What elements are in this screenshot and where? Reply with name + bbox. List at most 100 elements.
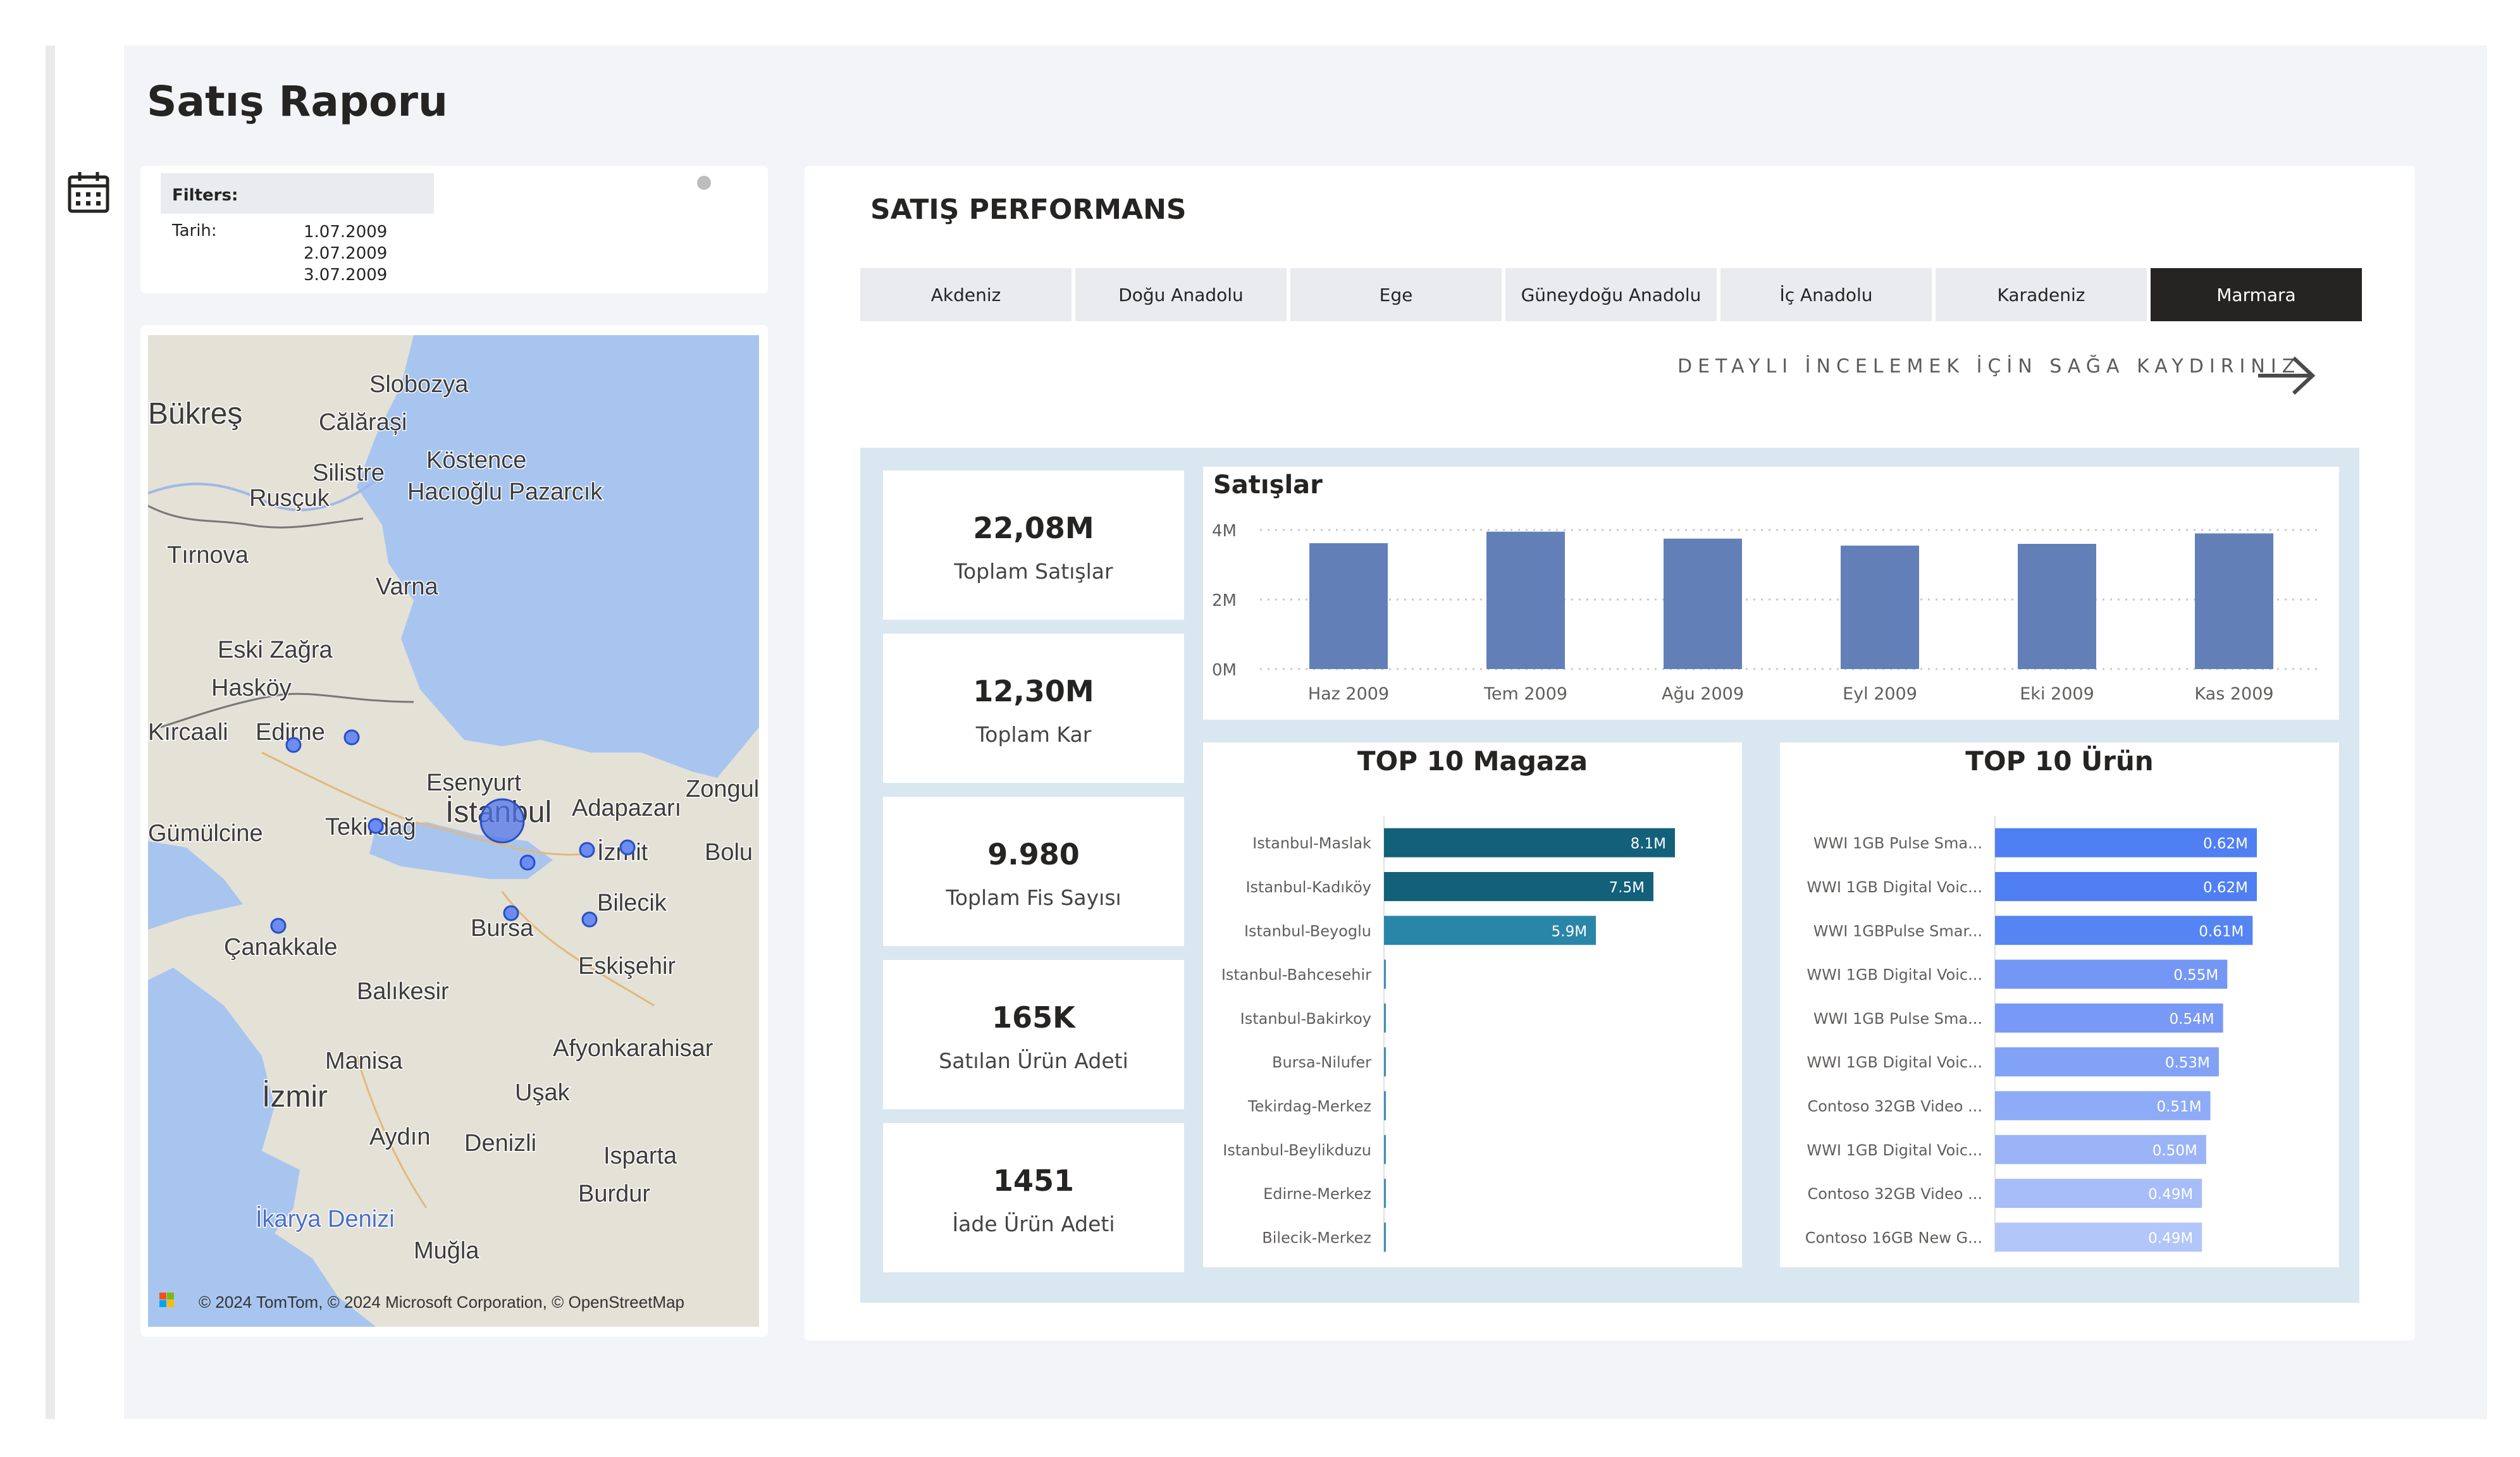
kpi-label: Toplam Satışlar [954,559,1113,584]
map-label: Esenyurt [426,770,521,796]
performance-title: SATIŞ PERFORMANS [870,194,1187,226]
kpi-card-total-profit[interactable]: 12,30M Toplam Kar [883,634,1184,783]
data-label: 0.51M [2156,1098,2201,1115]
store-bubble [368,818,384,834]
hbar[interactable] [1384,1003,1386,1033]
data-label: 0.55M [2173,968,2218,984]
tab-ic-anadolu[interactable]: İç Anadolu [1720,268,1932,321]
arrow-right-icon[interactable] [2254,355,2318,396]
chart-title: Satışlar [1213,470,1323,500]
map-label: Afyonkarahisar [553,1035,713,1062]
hbar[interactable] [1384,1091,1386,1121]
map-canvas[interactable]: Bükreş Slobozya Călărași Silistre Köstence Ru… [148,335,759,1327]
hbar[interactable] [1384,1179,1386,1208]
top-stores-panel[interactable]: TOP 10 Magaza Istanbul-Maslak 8.1M Istanbul… [1203,742,1742,1267]
filter-values: 1.07.2009 2.07.2009 3.07.2009 [304,221,387,286]
hbar[interactable] [1384,1134,1386,1164]
category-label: Istanbul-Beylikduzu [1223,1141,1371,1159]
map-label: Bolu [705,839,753,866]
data-label: 7.5M [1609,880,1645,896]
sales-bar[interactable] [1664,538,1742,669]
kpi-card-returned-units[interactable]: 1451 İade Ürün Adeti [883,1123,1184,1272]
store-bubble [519,854,536,871]
top-products-chart[interactable]: TOP 10 Ürün WWI 1GB Pulse Sma... 0.62M WWI … [1780,742,2339,1267]
x-tick-label: Tem 2009 [1483,684,1567,704]
map-attribution: © 2024 TomTom, © 2024 Microsoft Corporat… [199,1293,684,1312]
kpi-card-receipt-count[interactable]: 9.980 Toplam Fis Sayısı [883,797,1184,946]
hbar[interactable] [1384,959,1386,989]
top-products-panel[interactable]: TOP 10 Ürün WWI 1GB Pulse Sma... 0.62M WWI … [1780,742,2339,1267]
map-label: Rusçuk [249,485,330,512]
filter-header: Filters: [161,173,434,214]
data-label: 0.49M [2148,1186,2193,1203]
map-label: Eski Zağra [218,637,333,663]
map-label: Adapazarı [572,795,681,821]
map-label: Hacıoğlu Pazarcık [407,479,603,505]
tab-akdeniz[interactable]: Akdeniz [860,268,1072,321]
page-title: Satış Raporu [147,77,448,126]
y-tick-label: 0M [1212,661,1237,680]
category-label: WWI 1GB Digital Voic... [1807,966,1982,984]
map-visual[interactable]: Bükreş Slobozya Călărași Silistre Köstence Ru… [148,335,759,1327]
data-label: 0.62M [2203,880,2248,896]
category-label: WWI 1GB Digital Voic... [1807,878,1982,896]
y-tick-label: 2M [1212,591,1237,610]
tab-guneydogu-anadolu[interactable]: Güneydoğu Anadolu [1505,268,1717,321]
store-bubble [581,911,598,928]
map-label: Kırcaali [148,719,228,746]
sales-bar[interactable] [1309,543,1388,669]
sales-chart[interactable]: Satışlar 0M 2M 4M Haz 2009 Tem 2009 Ağu 2009 Ey… [1203,467,2339,720]
category-label: Istanbul-Bakirkoy [1240,1010,1371,1028]
category-label: Contoso 16GB New G... [1805,1229,1982,1246]
map-label: Aydın [369,1124,430,1150]
kpi-value: 165K [992,1000,1075,1035]
map-label: Çanakkale [224,934,338,961]
sales-bar[interactable] [2018,544,2096,669]
map-label: Bilecik [597,890,667,916]
data-label: 0.54M [2170,1011,2214,1028]
tab-karadeniz[interactable]: Karadeniz [1936,268,2147,321]
category-label: Istanbul-Bahcesehir [1221,966,1371,984]
filter-value: 3.07.2009 [304,266,388,285]
hbar[interactable] [1384,1222,1386,1252]
store-bubble [503,905,519,921]
kpi-value: 22,08M [973,511,1094,545]
tab-dogu-anadolu[interactable]: Doğu Anadolu [1075,268,1287,321]
kpi-card-total-sales[interactable]: 22,08M Toplam Satışlar [883,470,1184,620]
map-label: İzmir [262,1080,328,1114]
y-tick-label: 4M [1212,522,1237,541]
map-label: Gümülcine [148,820,263,847]
top-stores-chart[interactable]: TOP 10 Magaza Istanbul-Maslak 8.1M Istanbul… [1203,742,1742,1267]
data-label: 5.9M [1552,923,1587,940]
x-tick-label: Eyl 2009 [1843,684,1917,704]
data-label: 0.61M [2199,923,2244,940]
map-label: Slobozya [369,371,469,398]
report-canvas: Satış Raporu Filters: Tarih: 1.07.2009 2… [0,0,2520,1457]
sales-bar[interactable] [2195,533,2273,670]
kpi-card-units-sold[interactable]: 165K Satılan Ürün Adeti [883,960,1184,1109]
map-label: Hasköy [211,675,292,701]
filter-card[interactable]: Filters: Tarih: 1.07.2009 2.07.2009 3.07… [140,166,768,293]
map-label: Călărași [319,409,407,436]
category-label: Contoso 32GB Video ... [1807,1097,1982,1115]
filter-value: 1.07.2009 [304,223,388,242]
kpi-label: Toplam Fis Sayısı [946,885,1121,910]
visuals-area: 22,08M Toplam Satışlar 12,30M Toplam Kar… [860,448,2359,1303]
map-label: Bükreş [148,397,242,431]
x-tick-label: Kas 2009 [2194,684,2273,704]
tab-marmara[interactable]: Marmara [2151,268,2362,321]
store-bubble [343,729,360,746]
sales-bar[interactable] [1841,545,1919,669]
sales-chart-panel[interactable]: Satışlar 0M 2M 4M Haz 2009 Tem 2009 Ağu 2009 Ey… [1203,467,2339,720]
hbar[interactable] [1384,1047,1386,1077]
store-bubble [285,737,302,753]
sales-bar[interactable] [1486,531,1565,669]
map-label: Balıkesir [357,978,449,1005]
filter-indicator-dot [697,176,711,190]
category-label: Istanbul-Kadıköy [1245,878,1371,896]
map-card: Bükreş Slobozya Călărași Silistre Köstence Ru… [140,325,768,1337]
tab-ege[interactable]: Ege [1290,268,1502,321]
map-label: Silistre [312,460,385,486]
x-tick-label: Eki 2009 [2020,684,2094,704]
calendar-icon[interactable] [66,169,111,215]
